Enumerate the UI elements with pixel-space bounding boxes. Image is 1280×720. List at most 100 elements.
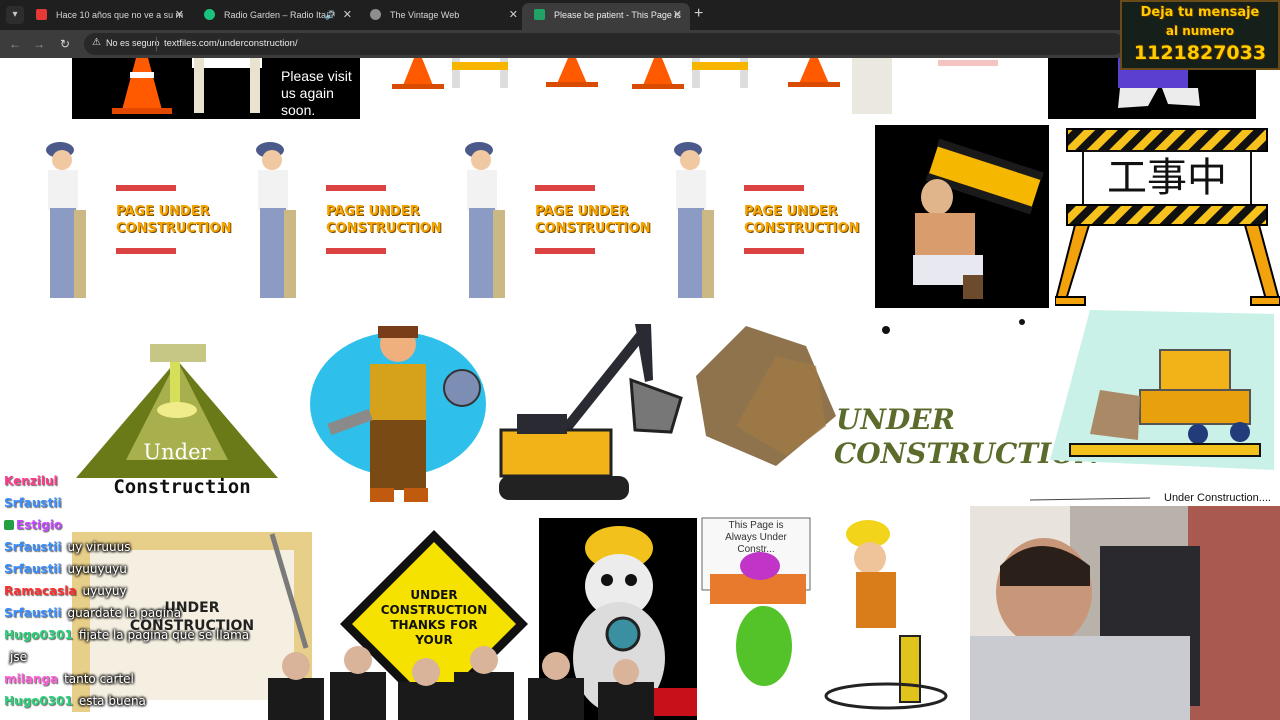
new-tab-button[interactable]: +	[694, 4, 703, 24]
text-line-1: PAGE UNDER	[535, 204, 629, 219]
page-under-construction-tile-4: PAGE UNDER CONSTRUCTION	[668, 130, 868, 308]
faded-construction-girl	[852, 58, 998, 114]
tab-title: The Vintage Web	[390, 10, 460, 20]
forward-icon[interactable]: →	[30, 35, 48, 53]
band-photo-overlay	[268, 646, 654, 720]
chat-text: uyuyuy	[82, 584, 127, 598]
page-under-construction-text: PAGE UNDER CONSTRUCTION	[116, 203, 240, 237]
always-line-3: Constr...	[737, 544, 775, 555]
speaker-icon[interactable]: 🔊	[325, 3, 336, 27]
tab-title: Please be patient - This Page is	[554, 10, 681, 20]
chat-text: esta buena	[78, 694, 146, 708]
tab-youtube[interactable]: Hace 10 años que no ve a su m ✕	[24, 3, 192, 30]
reload-icon[interactable]: ↻	[56, 35, 74, 53]
excavator-clipart	[495, 320, 683, 510]
chat-user: Srfaustii	[4, 606, 62, 620]
text-line-2: CONSTRUCTION	[326, 221, 442, 236]
warning-icon[interactable]: ⚠	[92, 37, 101, 48]
bulldozer-clipart: Under Construction....	[1029, 310, 1274, 510]
subscriber-badge-icon	[4, 520, 14, 530]
tab-vintage-web[interactable]: The Vintage Web ✕	[358, 3, 526, 30]
visit-again-text: Please visit us again soon.	[281, 68, 352, 119]
sign-line-2: al numero	[1165, 24, 1235, 38]
excavator-illustration	[499, 324, 683, 500]
chat-message: milanga tanto cartel	[4, 672, 134, 690]
address-bar[interactable]: ⚠ No es seguro textfiles.com/underconstr…	[84, 33, 1124, 55]
kanji-barrier-sign: 工事中	[1053, 125, 1280, 308]
message-number-sign: Deja tu mensaje al numero 1121827033	[1120, 0, 1280, 70]
kanji-text: 工事中	[1107, 155, 1227, 201]
close-tab-icon[interactable]: ✕	[509, 3, 518, 27]
under-word: Under	[143, 440, 211, 464]
webcam-image	[970, 506, 1280, 720]
text-line-1: PAGE UNDER	[326, 204, 420, 219]
text-line-1: PAGE UNDER	[116, 204, 210, 219]
url-text[interactable]: textfiles.com/underconstruction/	[164, 38, 298, 49]
diamond-line-3: THANKS FOR	[390, 618, 478, 632]
sign-phone-number: 1121827033	[1133, 42, 1267, 64]
text-line-2: CONSTRUCTION	[116, 221, 232, 236]
always-line-2: Always Under	[725, 532, 787, 543]
construction-word: Construction	[113, 476, 251, 498]
under-wavy-text: UNDER	[836, 403, 955, 436]
back-icon[interactable]: ←	[6, 35, 24, 53]
divider	[156, 37, 157, 51]
visit-line-2: us again	[281, 85, 334, 101]
chat-message: Hugo0301 fijate la pagina que se llama	[4, 628, 249, 646]
bulldozer-illustration	[1029, 310, 1274, 501]
chat-text: uyuuyuyu	[67, 562, 127, 576]
globe-icon	[370, 9, 381, 20]
girl-with-sign-photo	[875, 125, 1049, 308]
youtube-icon	[36, 9, 47, 20]
under-construction-sign-photo	[913, 137, 1046, 299]
chat-text: tanto cartel	[64, 672, 134, 686]
tab-title: Radio Garden – Radio Ita P	[224, 10, 335, 20]
tab-radio-garden[interactable]: Radio Garden – Radio Ita P 🔊 ✕	[192, 3, 360, 30]
text-line-2: CONSTRUCTION	[535, 221, 651, 236]
sign-line-1: Deja tu mensaje	[1140, 5, 1260, 20]
screen: ▾ Hace 10 años que no ve a su m ✕ Radio …	[0, 0, 1280, 720]
chat-message: Ramacasla uyuyuy	[4, 584, 127, 602]
radio-garden-icon	[204, 9, 215, 20]
chat-message: Kenzilul	[4, 474, 64, 492]
chat-text: jse	[10, 650, 27, 664]
chat-message: Hugo0301 esta buena	[4, 694, 146, 712]
cones-and-barriers-strip	[392, 58, 840, 89]
chat-message: Srfaustii	[4, 496, 68, 514]
text-line-2: CONSTRUCTION	[744, 221, 860, 236]
close-tab-icon[interactable]: ✕	[175, 3, 184, 27]
under-construction-caption: Under Construction....	[1164, 492, 1271, 504]
chat-user: Hugo0301	[4, 628, 73, 642]
security-label[interactable]: No es seguro	[106, 38, 160, 48]
webcam-feed	[970, 506, 1280, 720]
mechanic-with-wrench-illustration	[310, 326, 486, 502]
visit-line-1: Please visit	[281, 68, 352, 84]
tab-search-button[interactable]: ▾	[6, 6, 24, 24]
close-tab-icon[interactable]: ✕	[343, 3, 352, 27]
tab-please-be-patient[interactable]: Please be patient - This Page is ✕	[522, 3, 690, 30]
page-under-construction-tile-3: PAGE UNDER CONSTRUCTION	[459, 130, 659, 308]
close-tab-icon[interactable]: ✕	[673, 3, 682, 27]
tab-strip: ▾ Hace 10 años que no ve a su m ✕ Radio …	[0, 0, 1280, 30]
page-icon	[534, 9, 545, 20]
page-under-construction-text: PAGE UNDER CONSTRUCTION	[535, 203, 659, 237]
chat-text: fijate la pagina que se llama	[78, 628, 250, 642]
tab-title: Hace 10 años que no ve a su m	[56, 10, 184, 20]
chat-message: Srfaustii uy viruuus	[4, 540, 131, 558]
page-under-construction-tile-1: PAGE UNDER CONSTRUCTION	[40, 130, 240, 308]
chat-user: Srfaustii	[4, 496, 62, 510]
visit-line-3: soon.	[281, 102, 316, 118]
diamond-line-1: UNDER	[410, 588, 458, 602]
chat-user: Srfaustii	[4, 540, 62, 554]
chat-text: uy viruuus	[67, 540, 131, 554]
page-under-construction-tile-2: PAGE UNDER CONSTRUCTION	[250, 130, 450, 308]
chat-message: Estigio	[4, 518, 68, 536]
chat-message: Srfaustii guardate la pagina	[4, 606, 181, 624]
please-visit-banner: Please visit us again soon.	[72, 58, 360, 119]
page-under-construction-text: PAGE UNDER CONSTRUCTION	[744, 203, 868, 237]
diamond-line-2: CONSTRUCTION	[380, 603, 488, 617]
chat-user: milanga	[4, 672, 59, 686]
under-construction-pyramid: Under Construction	[66, 340, 288, 500]
page-under-construction-text: PAGE UNDER CONSTRUCTION	[326, 203, 450, 237]
chat-user: Estigio	[16, 518, 63, 532]
